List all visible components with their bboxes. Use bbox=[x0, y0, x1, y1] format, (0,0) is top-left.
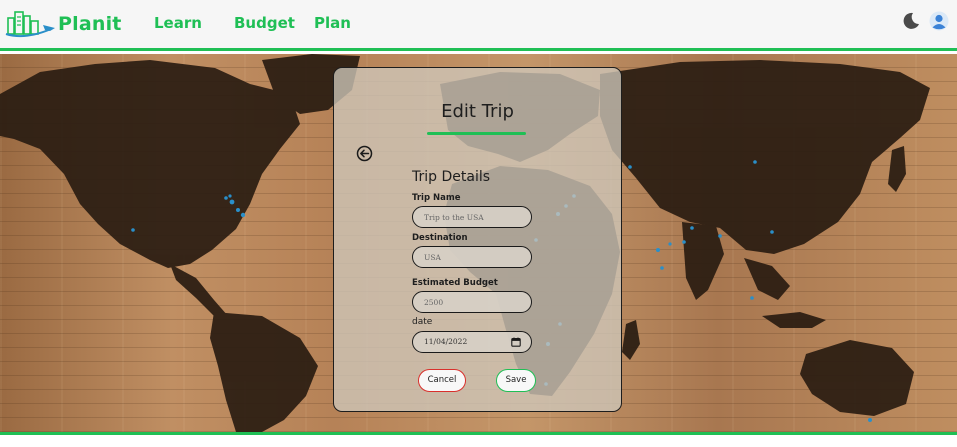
user-icon[interactable] bbox=[929, 11, 949, 31]
nav-link-budget[interactable]: Budget bbox=[234, 14, 295, 32]
top-navbar: Planit Learn Budget Plan bbox=[0, 0, 957, 51]
city-plane-logo-icon bbox=[5, 11, 55, 38]
calendar-icon[interactable] bbox=[511, 337, 521, 347]
estimated-budget-label: Estimated Budget bbox=[412, 278, 498, 288]
nav-link-plan[interactable]: Plan bbox=[314, 14, 351, 32]
brand-name: Planit bbox=[58, 13, 122, 35]
estimated-budget-input[interactable] bbox=[412, 291, 532, 313]
destination-input[interactable] bbox=[412, 246, 532, 268]
destination-label: Destination bbox=[412, 233, 468, 243]
page-title: Edit Trip bbox=[441, 101, 514, 122]
title-underline bbox=[427, 132, 526, 135]
brand-home-link[interactable]: Planit bbox=[5, 8, 122, 40]
nav-link-learn[interactable]: Learn bbox=[154, 14, 202, 32]
date-input[interactable]: 11/04/2022 bbox=[412, 331, 532, 353]
moon-icon[interactable] bbox=[901, 11, 921, 31]
date-value: 11/04/2022 bbox=[424, 337, 468, 346]
cancel-button[interactable]: Cancel bbox=[418, 369, 466, 392]
section-title: Trip Details bbox=[412, 169, 491, 185]
save-button[interactable]: Save bbox=[496, 369, 536, 392]
trip-name-label: Trip Name bbox=[412, 193, 461, 203]
date-label: date bbox=[412, 317, 433, 327]
page-bottom-strip bbox=[0, 435, 957, 447]
trip-name-input[interactable] bbox=[412, 206, 532, 228]
edit-trip-card: Edit Trip Trip Details Trip Name Destina… bbox=[333, 67, 622, 412]
arrow-left-circle-icon[interactable] bbox=[356, 145, 373, 162]
